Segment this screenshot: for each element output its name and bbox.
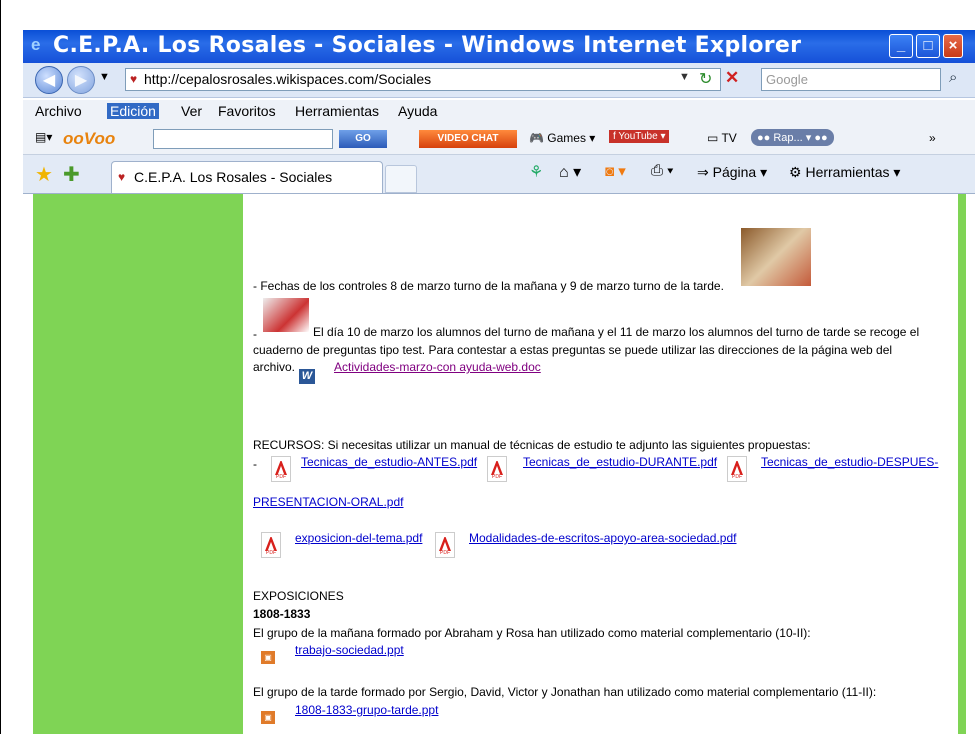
left-green-sidebar [33,194,243,734]
tab-sociales[interactable]: ♥ C.E.P.A. Los Rosales - Sociales [111,161,383,193]
oovoo-search-input[interactable] [153,129,333,149]
back-button[interactable]: ◀ [35,66,63,94]
pdf-link-despues[interactable]: Tecnicas_de_estudio-DESPUES- [761,454,938,470]
fechas-text: - Fechas de los controles 8 de marzo tur… [253,279,724,293]
oovoo-toolbar: ▤▾ ooVoo GO VIDEO CHAT 🎮 Games ▾ f YouTu… [23,124,975,155]
page-menu-label: Página [712,164,757,180]
video-chat-button[interactable]: VIDEO CHAT [419,130,517,148]
ppt-link-grupo-tarde[interactable]: 1808-1833-grupo-tarde.ppt [295,702,438,718]
screen-frame: e C.E.P.A. Los Rosales - Sociales - Wind… [0,0,975,734]
papers-clipart [263,298,309,332]
ppt-icon: ▣ [261,702,279,726]
menu-ayuda[interactable]: Ayuda [398,103,437,119]
word-doc-icon: W [299,360,319,386]
tab-label: C.E.P.A. Los Rosales - Sociales [134,169,333,185]
gear-icon: ⚙ [789,164,802,180]
pdf-icon: PDF [271,456,291,482]
minimize-button[interactable]: _ [889,34,913,58]
print-icon[interactable]: ⎙ ▾ [651,162,673,179]
pdf-icon: PDF [487,456,507,482]
games-label: Games [547,131,586,145]
menu-bar: Archivo Edición Ver Favoritos Herramient… [23,100,975,124]
site-favicon-icon: ♥ [130,72,138,86]
menu-edicion[interactable]: Edición [107,103,159,119]
pdf-link-antes[interactable]: Tecnicas_de_estudio-ANTES.pdf [301,454,477,470]
pdf-link-modalidades[interactable]: Modalidades-de-escritos-apoyo-area-socie… [469,530,736,546]
ppt-link-trabajo[interactable]: trabajo-sociedad.ppt [295,642,404,658]
address-input[interactable]: ♥ http://cepalosrosales.wikispaces.com/S… [125,68,721,91]
youtube-button[interactable]: f YouTube ▾ [609,130,670,143]
tab-bar: ★ ✚ ♥ C.E.P.A. Los Rosales - Sociales ⚘ … [23,155,975,194]
new-tab-button[interactable] [385,165,417,193]
page-menu[interactable]: ⇒ Página ▾ [697,164,767,181]
grupo-manana-text: El grupo de la mañana formado por Abraha… [253,626,811,640]
pdf-link-despues-cont[interactable]: PRESENTACION-ORAL.pdf [253,494,403,510]
tv-button[interactable]: ▭ TV [707,131,737,145]
pdf-link-exposicion[interactable]: exposicion-del-tema.pdf [295,530,422,546]
favorites-center-icon[interactable]: ★ [35,162,53,187]
go-label: GO [355,133,371,144]
dia10-line1: El día 10 de marzo los alumnos del turno… [313,325,920,339]
video-chat-label: VIDEO CHAT [437,133,499,144]
grupo-tarde-text: El grupo de la tarde formado por Sergio,… [253,685,877,699]
ppt-icon: ▣ [261,642,279,666]
connect-icon[interactable]: ⚘ [529,162,543,182]
page-content: - Fechas de los controles 8 de marzo tur… [251,194,956,734]
tools-menu[interactable]: ⚙ Herramientas ▾ [789,164,900,181]
close-button[interactable]: × [943,34,963,58]
search-placeholder: Google [766,72,808,87]
pdf-link-durante[interactable]: Tecnicas_de_estudio-DURANTE.pdf [523,454,717,470]
radio-label: Rap... [773,132,803,144]
dia10-line3: archivo. [253,360,296,374]
right-green-border [958,194,966,734]
feeds-icon[interactable]: ◙ ▾ [605,162,626,180]
tools-menu-label: Herramientas [805,164,890,180]
go-button[interactable]: GO [339,130,387,148]
forward-button[interactable]: ▶ [67,66,95,94]
menu-herramientas[interactable]: Herramientas [295,103,379,119]
address-dropdown-icon[interactable]: ▼ [679,71,690,83]
stamp-clipart [741,228,811,286]
refresh-icon[interactable]: ↻ [699,69,712,89]
toolbar-overflow-icon[interactable]: » [929,131,936,145]
history-dropdown-icon[interactable]: ▼ [99,71,110,83]
tv-label: TV [721,131,737,145]
address-url: http://cepalosrosales.wikispaces.com/Soc… [144,71,432,87]
menu-ver[interactable]: Ver [181,103,202,119]
pdf-icon: PDF [435,532,455,558]
dia10-line2: cuaderno de preguntas tipo test. Para co… [253,343,893,357]
recursos-text: RECURSOS: Si necesitas utilizar un manua… [253,438,811,452]
doc-link-actividades[interactable]: Actividades-marzo-con ayuda-web.doc [334,359,541,375]
pdf-icon: PDF [261,532,281,558]
games-button[interactable]: 🎮 Games ▾ [529,131,595,145]
search-icon[interactable]: ⌕ [949,69,957,86]
address-toolbar: ◀ ▶ ▼ ♥ http://cepalosrosales.wikispaces… [23,63,975,98]
title-bar: e C.E.P.A. Los Rosales - Sociales - Wind… [23,30,975,63]
page-viewport: - Fechas de los controles 8 de marzo tur… [23,194,975,734]
exposiciones-heading: EXPOSICIONES [253,589,344,603]
stop-icon[interactable]: ✕ [725,68,739,88]
ie-logo-icon: e [31,35,41,54]
tab-favicon-icon: ♥ [118,170,126,184]
window-title: C.E.P.A. Los Rosales - Sociales - Window… [53,33,802,58]
pdf-icon: PDF [727,456,747,482]
maximize-button[interactable]: □ [916,34,940,58]
search-input[interactable]: Google [761,68,941,91]
toolbar-options-icon[interactable]: ▤▾ [35,130,52,144]
home-icon[interactable]: ⌂ ▾ [559,162,581,182]
radio-button[interactable]: ●● Rap... ▾ ●● [751,129,834,146]
add-favorites-icon[interactable]: ✚ [63,162,80,187]
periodo-heading: 1808-1833 [253,607,311,621]
menu-favoritos[interactable]: Favoritos [218,103,276,119]
menu-archivo[interactable]: Archivo [35,103,82,119]
oovoo-logo: ooVoo [63,129,116,148]
